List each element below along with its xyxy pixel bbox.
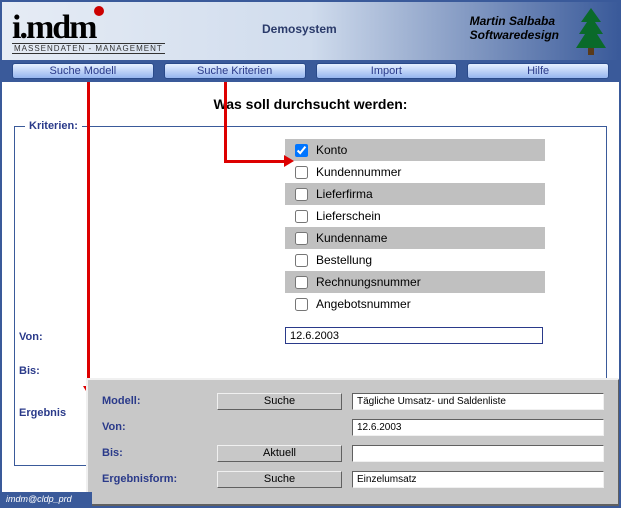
logo-subtitle: MASSENDATEN - MANAGEMENT <box>12 43 165 54</box>
criteria-item: Angebotsnummer <box>285 293 545 315</box>
criteria-list: Konto Kundennummer Lieferfirma Lieferschein… <box>285 139 545 315</box>
panel-erg-label: Ergebnisform: <box>102 473 207 485</box>
criteria-label: Lieferfirma <box>316 187 373 201</box>
criteria-label: Kundennummer <box>316 165 401 179</box>
criteria-item: Rechnungsnummer <box>285 271 545 293</box>
von-label: Von: <box>19 331 43 343</box>
logo-dot-icon <box>94 6 104 16</box>
bis-label: Bis: <box>19 365 40 377</box>
panel-von-spacer <box>217 419 342 436</box>
header: i.mdm MASSENDATEN - MANAGEMENT Demosyste… <box>2 2 619 60</box>
criteria-label: Kundenname <box>316 231 387 245</box>
von-input[interactable] <box>285 327 543 344</box>
criteria-checkbox[interactable] <box>295 188 308 201</box>
panel-erg-suche-button[interactable]: Suche <box>217 471 342 488</box>
search-panel: Modell: Suche Tägliche Umsatz- und Salde… <box>86 378 620 506</box>
criteria-item: Kundennummer <box>285 161 545 183</box>
criteria-label: Angebotsnummer <box>316 297 411 311</box>
status-bar: imdm@cldp_prd <box>2 492 92 506</box>
criteria-checkbox[interactable] <box>295 144 308 157</box>
criteria-checkbox[interactable] <box>295 298 308 311</box>
panel-von-input[interactable]: 12.6.2003 <box>352 419 604 436</box>
criteria-checkbox[interactable] <box>295 276 308 289</box>
panel-von-label: Von: <box>102 421 207 433</box>
panel-erg-input[interactable]: Einzelumsatz <box>352 471 604 488</box>
criteria-label: Lieferschein <box>316 209 381 223</box>
app-frame: i.mdm MASSENDATEN - MANAGEMENT Demosyste… <box>0 0 621 508</box>
navbar: Suche Modell Suche Kriterien Import Hilf… <box>2 60 619 82</box>
criteria-checkbox[interactable] <box>295 210 308 223</box>
logo: i.mdm MASSENDATEN - MANAGEMENT <box>2 9 165 54</box>
criteria-item: Lieferschein <box>285 205 545 227</box>
criteria-label: Konto <box>316 143 347 157</box>
header-center-label: Demosystem <box>262 22 337 36</box>
nav-suche-kriterien[interactable]: Suche Kriterien <box>164 63 306 79</box>
company-sub: Softwaredesign <box>470 28 559 42</box>
modell-suche-button[interactable]: Suche <box>217 393 342 410</box>
criteria-item: Bestellung <box>285 249 545 271</box>
criteria-label: Rechnungsnummer <box>316 275 421 289</box>
criteria-checkbox[interactable] <box>295 254 308 267</box>
tree-icon <box>571 6 611 59</box>
ergebnis-label: Ergebnis <box>19 407 66 419</box>
panel-bis-label: Bis: <box>102 447 207 459</box>
criteria-checkbox[interactable] <box>295 166 308 179</box>
header-company: Martin Salbaba Softwaredesign <box>470 14 559 42</box>
page-title: Was soll durchsucht werden: <box>14 96 607 112</box>
fieldset-legend: Kriterien: <box>25 120 82 132</box>
nav-import[interactable]: Import <box>316 63 458 79</box>
modell-value[interactable]: Tägliche Umsatz- und Saldenliste <box>352 393 604 410</box>
company-name: Martin Salbaba <box>470 14 559 28</box>
panel-bis-aktuell-button[interactable]: Aktuell <box>217 445 342 462</box>
criteria-checkbox[interactable] <box>295 232 308 245</box>
criteria-item: Kundenname <box>285 227 545 249</box>
nav-hilfe[interactable]: Hilfe <box>467 63 609 79</box>
criteria-item: Lieferfirma <box>285 183 545 205</box>
criteria-item: Konto <box>285 139 545 161</box>
logo-text: i.mdm <box>12 9 96 47</box>
nav-suche-modell[interactable]: Suche Modell <box>12 63 154 79</box>
modell-label: Modell: <box>102 395 207 407</box>
criteria-label: Bestellung <box>316 253 372 267</box>
panel-bis-input[interactable] <box>352 445 604 462</box>
